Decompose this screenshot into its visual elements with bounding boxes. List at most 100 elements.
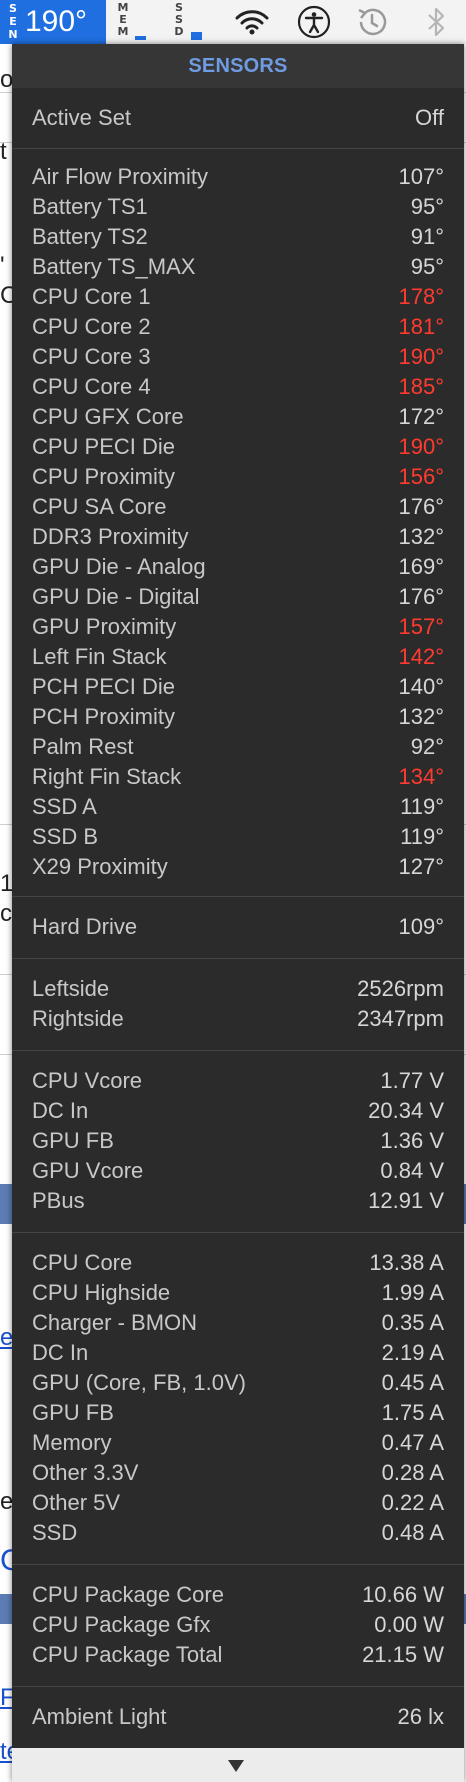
sensor-value: 2.19 A: [381, 1340, 444, 1365]
sensor-label: Left Fin Stack: [32, 644, 167, 669]
sensor-label: Charger - BMON: [32, 1310, 198, 1335]
section-divider: [12, 148, 464, 149]
current-row[interactable]: Other 5V 0.22 A: [32, 1488, 444, 1518]
sensor-value: 176°: [398, 494, 444, 519]
temperature-row[interactable]: Palm Rest 92°: [32, 732, 444, 762]
background-text: t: [0, 138, 7, 165]
accessibility-icon[interactable]: [296, 4, 332, 40]
temperature-row[interactable]: SSD B 119°: [32, 822, 444, 852]
temperature-row[interactable]: Battery TS2 91°: [32, 222, 444, 252]
sensor-value: 13.38 A: [369, 1250, 444, 1275]
temperature-row[interactable]: PCH Proximity 132°: [32, 702, 444, 732]
temperature-row[interactable]: X29 Proximity 127°: [32, 852, 444, 882]
sensor-label: Rightside: [32, 1006, 124, 1031]
voltage-row[interactable]: CPU Vcore 1.77 V: [32, 1066, 444, 1096]
temperature-row[interactable]: CPU Core 2 181°: [32, 312, 444, 342]
sensor-value: 10.66 W: [362, 1582, 444, 1607]
sensor-label: Air Flow Proximity: [32, 164, 209, 189]
temperature-row[interactable]: CPU SA Core 176°: [32, 492, 444, 522]
voltage-row[interactable]: GPU Vcore 0.84 V: [32, 1156, 444, 1186]
temperature-row[interactable]: SSD A 119°: [32, 792, 444, 822]
section-divider: [12, 958, 464, 959]
sensor-menu-item[interactable]: S E N 190°: [0, 0, 106, 44]
sensor-label: Active Set: [32, 105, 132, 130]
memory-menu-item[interactable]: M E M: [114, 0, 152, 44]
temperature-row[interactable]: DDR3 Proximity 132°: [32, 522, 444, 552]
temperature-row[interactable]: PCH PECI Die 140°: [32, 672, 444, 702]
temperature-row[interactable]: CPU Proximity 156°: [32, 462, 444, 492]
current-row[interactable]: SSD 0.48 A: [32, 1518, 444, 1548]
sensor-label: Leftside: [32, 976, 110, 1001]
sensor-letter: E: [9, 15, 17, 28]
sensor-value: 181°: [398, 314, 444, 339]
temperature-row[interactable]: CPU Core 1 178°: [32, 282, 444, 312]
bluetooth-icon[interactable]: [418, 4, 454, 40]
sensor-value: 0.84 V: [380, 1158, 444, 1183]
light-row[interactable]: Ambient Light 26 lx: [32, 1702, 444, 1732]
temperature-row[interactable]: Left Fin Stack 142°: [32, 642, 444, 672]
temperature-row[interactable]: Battery TS1 95°: [32, 192, 444, 222]
temperature-row[interactable]: Right Fin Stack 134°: [32, 762, 444, 792]
current-row[interactable]: Memory 0.47 A: [32, 1428, 444, 1458]
background-text: c: [0, 900, 12, 927]
temperature-row[interactable]: CPU GFX Core 172°: [32, 402, 444, 432]
sensor-label: GPU (Core, FB, 1.0V): [32, 1370, 246, 1395]
sensor-label: CPU Core: [32, 1250, 133, 1275]
current-row[interactable]: CPU Core 13.38 A: [32, 1248, 444, 1278]
sensor-label: Battery TS_MAX: [32, 254, 196, 279]
temperature-row[interactable]: GPU Die - Analog 169°: [32, 552, 444, 582]
sensor-label: GPU FB: [32, 1128, 114, 1153]
temperature-row[interactable]: Air Flow Proximity 107°: [32, 162, 444, 192]
current-row[interactable]: CPU Highside 1.99 A: [32, 1278, 444, 1308]
sensor-label: Memory: [32, 1430, 112, 1455]
panel-title: SENSORS: [12, 44, 464, 88]
sensor-label: Battery TS2: [32, 224, 148, 249]
sensor-label: SSD A: [32, 794, 97, 819]
fan-row[interactable]: Leftside 2526rpm: [32, 974, 444, 1004]
ssd-menu-item[interactable]: S S D: [170, 0, 208, 44]
memory-meter-bar: [135, 36, 146, 40]
current-row[interactable]: Other 3.3V 0.28 A: [32, 1458, 444, 1488]
active-set-row[interactable]: Active Set Off: [32, 103, 444, 133]
time-machine-icon[interactable]: [354, 4, 390, 40]
wifi-icon[interactable]: [234, 4, 270, 40]
memory-letters: M E M: [116, 2, 130, 38]
background-text: ': [0, 252, 5, 279]
temperature-row[interactable]: CPU Core 4 185°: [32, 372, 444, 402]
power-row[interactable]: CPU Package Gfx 0.00 W: [32, 1610, 444, 1640]
temperature-row[interactable]: CPU Core 3 190°: [32, 342, 444, 372]
sensors-dropdown-panel: SENSORS Active Set Off Air Flow Proximit…: [12, 44, 464, 1782]
voltage-row[interactable]: DC In 20.34 V: [32, 1096, 444, 1126]
power-row[interactable]: CPU Package Total 21.15 W: [32, 1640, 444, 1670]
sensor-value: 95°: [410, 254, 444, 279]
sensor-value: 132°: [398, 524, 444, 549]
temperature-row[interactable]: GPU Proximity 157°: [32, 612, 444, 642]
sensor-value: 142°: [398, 644, 444, 669]
voltage-row[interactable]: PBus 12.91 V: [32, 1186, 444, 1216]
section-divider: [12, 1232, 464, 1233]
ssd-letters: S S D: [172, 2, 186, 38]
sensor-menu-letters: S E N: [6, 2, 20, 41]
fan-row[interactable]: Rightside 2347rpm: [32, 1004, 444, 1034]
current-row[interactable]: GPU FB 1.75 A: [32, 1398, 444, 1428]
sensor-label: Ambient Light: [32, 1704, 167, 1729]
sensor-label: DDR3 Proximity: [32, 524, 189, 549]
scroll-down-area[interactable]: [12, 1748, 464, 1782]
sensor-label: Right Fin Stack: [32, 764, 182, 789]
voltage-row[interactable]: GPU FB 1.36 V: [32, 1126, 444, 1156]
sensor-label: Other 5V: [32, 1490, 121, 1515]
sensor-label: GPU Die - Digital: [32, 584, 200, 609]
power-row[interactable]: CPU Package Core 10.66 W: [32, 1580, 444, 1610]
sensor-value: 1.75 A: [381, 1400, 444, 1425]
sensor-label: SSD: [32, 1520, 78, 1545]
current-row[interactable]: Charger - BMON 0.35 A: [32, 1308, 444, 1338]
section-divider: [12, 896, 464, 897]
drive-row[interactable]: Hard Drive 109°: [32, 912, 444, 942]
current-row[interactable]: DC In 2.19 A: [32, 1338, 444, 1368]
sensor-value: 0.48 A: [381, 1520, 444, 1545]
current-row[interactable]: GPU (Core, FB, 1.0V) 0.45 A: [32, 1368, 444, 1398]
temperature-row[interactable]: CPU PECI Die 190°: [32, 432, 444, 462]
temperature-row[interactable]: Battery TS_MAX 95°: [32, 252, 444, 282]
temperature-row[interactable]: GPU Die - Digital 176°: [32, 582, 444, 612]
scroll-down-arrow-icon[interactable]: [228, 1760, 244, 1772]
